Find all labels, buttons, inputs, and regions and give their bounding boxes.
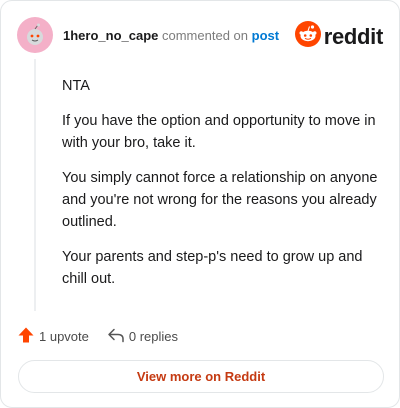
view-more-on-reddit-button[interactable]: View more on Reddit [18, 360, 384, 393]
upvote-arrow-icon [17, 326, 39, 347]
comment-actions: 1 upvote 0 replies [17, 325, 178, 347]
reddit-embed-card: 1hero_no_cape commented on post reddit N… [0, 0, 400, 408]
comment-paragraph: You simply cannot force a relationship o… [62, 170, 378, 230]
reddit-brand-link[interactable]: reddit [294, 21, 384, 52]
upvote-button[interactable]: 1 upvote [17, 326, 89, 347]
reply-icon [107, 326, 129, 347]
comment-paragraph: If you have the option and opportunity t… [62, 113, 376, 151]
post-link[interactable]: post [252, 28, 279, 43]
replies-button[interactable]: 0 replies [107, 326, 178, 347]
thread-line[interactable] [34, 59, 36, 311]
reddit-logo-icon [294, 21, 321, 52]
comment-body: NTA If you have the option and opportuni… [62, 75, 380, 303]
reddit-wordmark: reddit [323, 23, 384, 49]
replies-count: 0 replies [128, 328, 179, 344]
commented-on-text: commented on [162, 27, 248, 43]
snoo-avatar-icon[interactable] [17, 17, 53, 53]
username-link[interactable]: 1hero_no_cape [63, 28, 158, 43]
upvote-count: 1 upvote [39, 328, 89, 344]
comment-meta: 1hero_no_cape commented on post [63, 28, 279, 43]
comment-header: 1hero_no_cape commented on post reddit [17, 17, 383, 53]
comment-paragraph: NTA [62, 78, 90, 94]
comment-paragraph: Your parents and step-p's need to grow u… [62, 249, 363, 287]
